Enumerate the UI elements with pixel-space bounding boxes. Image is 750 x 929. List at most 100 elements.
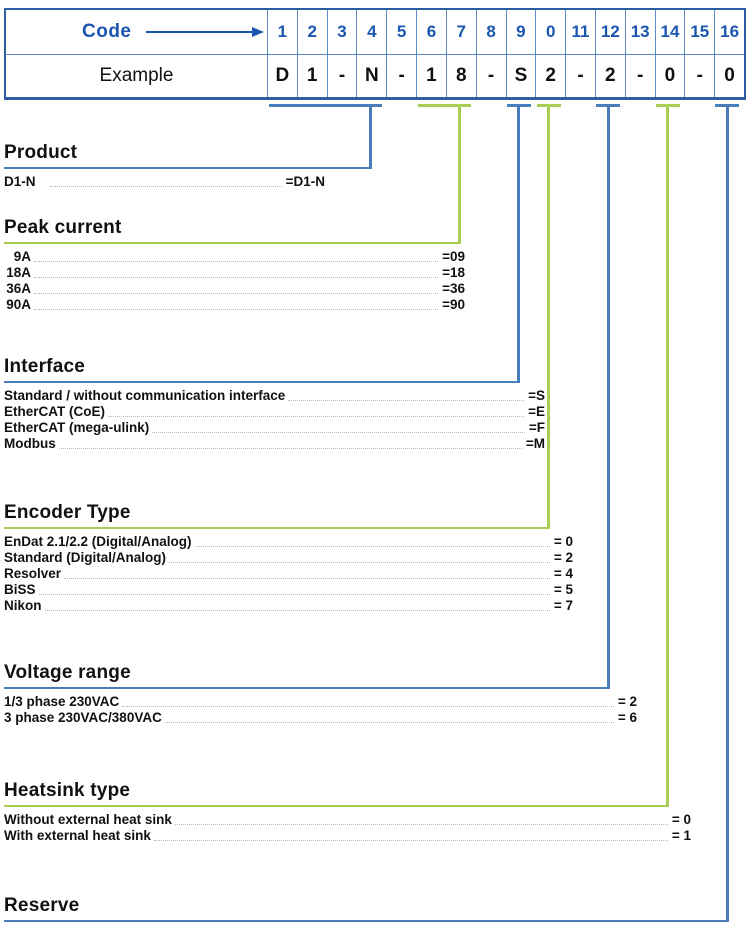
- option-row: Resolver = 4: [4, 566, 573, 582]
- option-name: Modbus: [4, 435, 56, 451]
- section-rule: [4, 526, 551, 529]
- section-product: Product D1-N =D1-N: [4, 142, 372, 190]
- option-value: =18: [442, 264, 465, 280]
- option-name: 90A: [6, 296, 31, 312]
- option-name: Without external heat sink: [4, 811, 172, 827]
- leader-dots: [153, 839, 668, 841]
- option-value: =D1-N: [285, 173, 325, 189]
- option-value: = 1: [671, 827, 691, 843]
- option-list: Without external heat sink = 0 With extern…: [4, 812, 691, 844]
- option-value: = 6: [617, 709, 637, 725]
- option-row: 9A =09: [4, 249, 465, 265]
- section-title: Product: [4, 142, 78, 163]
- section-rule: [4, 166, 372, 169]
- option-row: EtherCAT (mega-ulink) =F: [4, 420, 545, 436]
- option-row: EnDat 2.1/2.2 (Digital/Analog) = 0: [4, 534, 573, 550]
- option-name: Standard / without communication interfa…: [4, 387, 286, 403]
- option-value: =F: [528, 419, 545, 435]
- section-encoder-type: Encoder Type EnDat 2.1/2.2 (Digital/Analo…: [4, 502, 573, 614]
- option-value: = 4: [553, 565, 573, 581]
- leader-dots: [288, 399, 525, 401]
- option-value: =S: [528, 387, 545, 403]
- leader-dots: [164, 721, 614, 723]
- option-name: D1-N: [4, 173, 36, 189]
- option-value: =M: [525, 435, 545, 451]
- section-rule: [4, 919, 729, 922]
- option-name: 1/3 phase 230VAC: [4, 693, 120, 709]
- leader-dots: [64, 577, 550, 579]
- section-rule: [4, 241, 461, 244]
- option-name: Nikon: [4, 597, 42, 613]
- product-code-diagram: Code 1 2 3 4 5 6 7 8 9 0 11 12 13 14 15 16 Example D1-N…: [0, 0, 750, 929]
- option-row: 18A =18: [4, 265, 465, 281]
- option-name: 9A: [13, 248, 31, 264]
- option-value: = 5: [553, 581, 573, 597]
- option-name: 36A: [6, 280, 31, 296]
- leader-dots: [34, 260, 439, 262]
- leader-dots: [152, 431, 525, 433]
- option-row: 3 phase 230VAC/380VAC = 6: [4, 710, 637, 726]
- section-title: Heatsink type: [4, 780, 131, 801]
- section-rule: [4, 804, 670, 807]
- leader-dots: [50, 185, 282, 187]
- leader-dots: [44, 609, 550, 611]
- option-row: 36A =36: [4, 281, 465, 297]
- section-title: Peak current: [4, 217, 122, 238]
- section-rule: [4, 380, 521, 383]
- option-name: EtherCAT (CoE): [4, 403, 105, 419]
- option-row: EtherCAT (CoE) =E: [4, 404, 545, 420]
- option-row: Without external heat sink = 0: [4, 812, 691, 828]
- option-row: With external heat sink = 1: [4, 828, 691, 844]
- option-name: BiSS: [4, 581, 36, 597]
- option-row: Standard (Digital/Analog) = 2: [4, 550, 573, 566]
- leader-dots: [34, 292, 439, 294]
- option-row: D1-N =D1-N: [4, 174, 325, 190]
- option-value: = 2: [553, 549, 573, 565]
- leader-dots: [34, 308, 439, 310]
- leader-dots: [108, 415, 525, 417]
- leader-dots: [169, 561, 550, 563]
- section-voltage-range: Voltage range 1/3 phase 230VAC = 23 phase …: [4, 662, 637, 726]
- section-title: Reserve: [4, 895, 80, 916]
- option-row: Standard / without communication interfa…: [4, 388, 545, 404]
- section-title: Encoder Type: [4, 502, 131, 523]
- section-interface: Interface Standard / without communicatio…: [4, 356, 545, 452]
- leader-dots: [122, 705, 614, 707]
- option-value: =90: [442, 296, 465, 312]
- section-title: Voltage range: [4, 662, 131, 683]
- option-list: 9A =09 18A =18 36A =36 90A =90: [4, 249, 465, 313]
- option-row: Modbus =M: [4, 436, 545, 452]
- leader-dots: [34, 276, 439, 278]
- leader-dots: [174, 823, 668, 825]
- section-reserve: Reserve: [4, 895, 729, 922]
- option-name: EnDat 2.1/2.2 (Digital/Analog): [4, 533, 192, 549]
- option-value: =09: [442, 248, 465, 264]
- option-name: 18A: [6, 264, 31, 280]
- option-name: 3 phase 230VAC/380VAC: [4, 709, 162, 725]
- option-value: = 0: [553, 533, 573, 549]
- leader-dots: [38, 593, 550, 595]
- option-value: =E: [528, 403, 545, 419]
- option-row: BiSS = 5: [4, 582, 573, 598]
- option-name: Resolver: [4, 565, 62, 581]
- option-row: Nikon = 7: [4, 598, 573, 614]
- section-heatsink-type: Heatsink type Without external heat sink =…: [4, 780, 691, 844]
- leader-dots: [58, 447, 522, 449]
- option-row: 1/3 phase 230VAC = 2: [4, 694, 637, 710]
- option-value: = 2: [617, 693, 637, 709]
- leader-dots: [194, 545, 550, 547]
- option-value: = 0: [671, 811, 691, 827]
- option-value: = 7: [553, 597, 573, 613]
- option-list: Standard / without communication interfa…: [4, 388, 545, 452]
- section-rule: [4, 686, 610, 689]
- option-name: With external heat sink: [4, 827, 151, 843]
- option-list: EnDat 2.1/2.2 (Digital/Analog) = 0 Standar…: [4, 534, 573, 614]
- option-list: 1/3 phase 230VAC = 23 phase 230VAC/380VAC…: [4, 694, 637, 726]
- option-list: D1-N =D1-N: [4, 174, 372, 190]
- section-title: Interface: [4, 356, 86, 377]
- option-row: 90A =90: [4, 297, 465, 313]
- option-name: EtherCAT (mega-ulink): [4, 419, 150, 435]
- section-peak-current: Peak current 9A =09 18A =18 36A =36 90A =90: [4, 217, 465, 313]
- option-value: =36: [442, 280, 465, 296]
- option-name: Standard (Digital/Analog): [4, 549, 166, 565]
